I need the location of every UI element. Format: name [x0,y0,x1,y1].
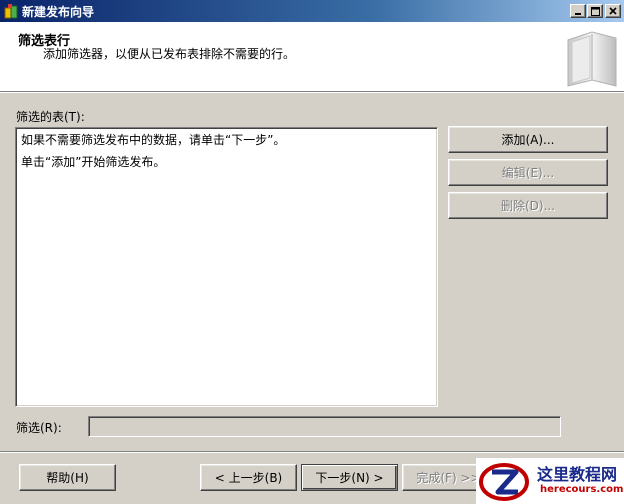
maximize-button[interactable] [587,4,603,18]
back-button[interactable]: < 上一步(B) [200,464,297,491]
app-icon [4,4,18,19]
wizard-header: 筛选表行 添加筛选器，以便从已发布表排除不需要的行。 [0,22,624,93]
close-icon [609,7,617,15]
title-bar[interactable]: 新建发布向导 [0,0,624,22]
filter-field [88,416,561,437]
minimize-button[interactable] [570,4,586,18]
list-item: 单击“添加”开始筛选发布。 [21,155,166,169]
page-subtitle: 添加筛选器，以便从已发布表排除不需要的行。 [43,47,296,61]
delete-button[interactable]: 删除(D)... [448,192,608,219]
watermark-url: herecours.com [540,484,624,495]
list-item: 如果不需要筛选发布中的数据，请单击“下一步”。 [21,133,286,147]
edit-button[interactable]: 编辑(E)... [448,159,608,186]
add-button[interactable]: 添加(A)... [448,126,608,153]
filter-label: 筛选(R): [16,421,62,435]
watermark-title: 这里教程网 [537,465,618,484]
close-button[interactable] [605,4,621,18]
minimize-icon [575,13,581,15]
help-button[interactable]: 帮助(H) [19,464,116,491]
filtered-tables-label: 筛选的表(T): [16,110,85,124]
window-title: 新建发布向导 [22,5,95,19]
footer-divider [0,451,624,453]
filtered-tables-list[interactable]: 如果不需要筛选发布中的数据，请单击“下一步”。 单击“添加”开始筛选发布。 [15,127,438,407]
maximize-icon [590,6,600,16]
book-icon [567,31,617,87]
watermark-logo [479,463,529,501]
next-button[interactable]: 下一步(N) > [301,464,398,491]
